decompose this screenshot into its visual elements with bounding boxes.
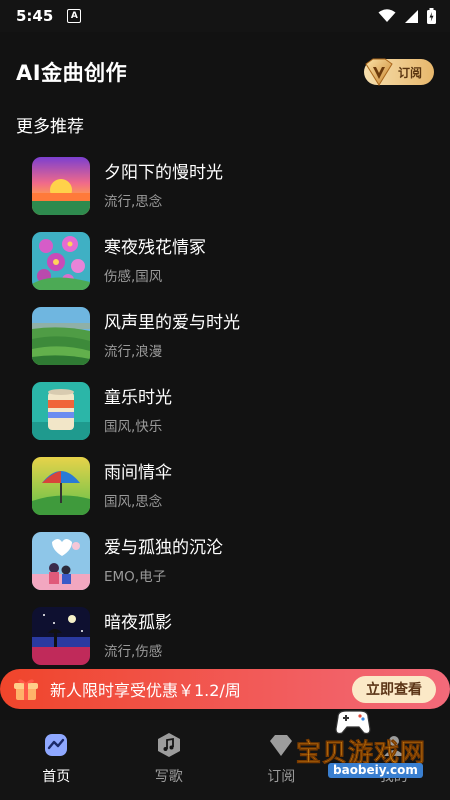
wifi-icon [378, 9, 396, 22]
song-meta: 爱与孤独的沉沦 EMO,电子 [104, 537, 223, 585]
song-meta: 寒夜残花情冢 伤感,国风 [104, 237, 206, 285]
song-title: 寒夜残花情冢 [104, 238, 206, 258]
song-meta: 夕阳下的慢时光 流行,思念 [104, 162, 223, 210]
song-title: 童乐时光 [104, 388, 172, 408]
night-cover [32, 607, 90, 665]
nav-item-write[interactable]: 写歌 [113, 720, 226, 800]
nav-label: 订阅 [267, 769, 296, 785]
gift-icon [14, 679, 38, 700]
home-icon [45, 734, 68, 756]
song-tags: 伤感,国风 [104, 269, 163, 285]
nav-label: 首页 [42, 769, 71, 785]
song-title: 雨间情伞 [104, 463, 172, 483]
song-tags: 国风,思念 [104, 494, 163, 510]
song-meta: 童乐时光 国风,快乐 [104, 387, 172, 435]
can-cover [32, 382, 90, 440]
app-title: AI金曲创作 [16, 61, 128, 85]
vip-badge-icon [365, 58, 393, 86]
song-title: 风声里的爱与时光 [104, 313, 240, 333]
song-item[interactable]: 夕阳下的慢时光 流行,思念 [32, 156, 432, 216]
header: AI金曲创作 订阅 [0, 48, 450, 96]
song-tags: 流行,伤感 [104, 644, 163, 660]
song-tags: 流行,浪漫 [104, 344, 163, 360]
couple-cover [32, 532, 90, 590]
watermark: 宝贝游戏网 baobeiy.com [296, 705, 450, 785]
song-title: 夕阳下的慢时光 [104, 163, 223, 183]
sunset-cover [32, 157, 90, 215]
battery-icon [427, 8, 436, 24]
view-now-button[interactable]: 立即查看 [352, 675, 436, 703]
song-item[interactable]: 雨间情伞 国风,思念 [32, 456, 432, 516]
umbrella-cover [32, 457, 90, 515]
song-title: 暗夜孤影 [104, 613, 172, 633]
song-tags: 流行,思念 [104, 194, 163, 210]
song-title: 爱与孤独的沉沦 [104, 538, 223, 558]
watermark-url: baobeiy.com [328, 763, 423, 778]
music-note-icon [157, 733, 180, 757]
song-item[interactable]: 暗夜孤影 流行,伤感 [32, 606, 432, 666]
terraces-cover [32, 307, 90, 365]
a-icon: A [67, 9, 82, 23]
promo-banner[interactable]: 新人限时享受优惠￥1.2/周 立即查看 [0, 669, 450, 709]
song-item[interactable]: 寒夜残花情冢 伤感,国风 [32, 231, 432, 291]
status-right [378, 8, 436, 24]
song-item[interactable]: 风声里的爱与时光 流行,浪漫 [32, 306, 432, 366]
nav-label: 写歌 [154, 769, 183, 785]
status-bar: 5:45 A [0, 0, 450, 32]
nav-item-home[interactable]: 首页 [0, 720, 113, 800]
subscribe-label: 订阅 [397, 65, 422, 80]
diamond-icon [270, 735, 293, 756]
flowers-cover [32, 232, 90, 290]
song-item[interactable]: 爱与孤独的沉沦 EMO,电子 [32, 531, 432, 591]
song-tags: EMO,电子 [104, 569, 167, 585]
subscribe-button[interactable]: 订阅 [363, 58, 434, 86]
song-meta: 风声里的爱与时光 流行,浪漫 [104, 312, 240, 360]
song-meta: 雨间情伞 国风,思念 [104, 462, 172, 510]
song-meta: 暗夜孤影 流行,伤感 [104, 612, 172, 660]
status-time: 5:45 [16, 7, 54, 25]
song-tags: 国风,快乐 [104, 419, 163, 435]
signal-icon [405, 9, 418, 23]
status-left: 5:45 A [16, 7, 82, 25]
section-title: 更多推荐 [16, 117, 84, 137]
song-item[interactable]: 童乐时光 国风,快乐 [32, 381, 432, 441]
promo-text: 新人限时享受优惠￥1.2/周 [50, 681, 241, 700]
